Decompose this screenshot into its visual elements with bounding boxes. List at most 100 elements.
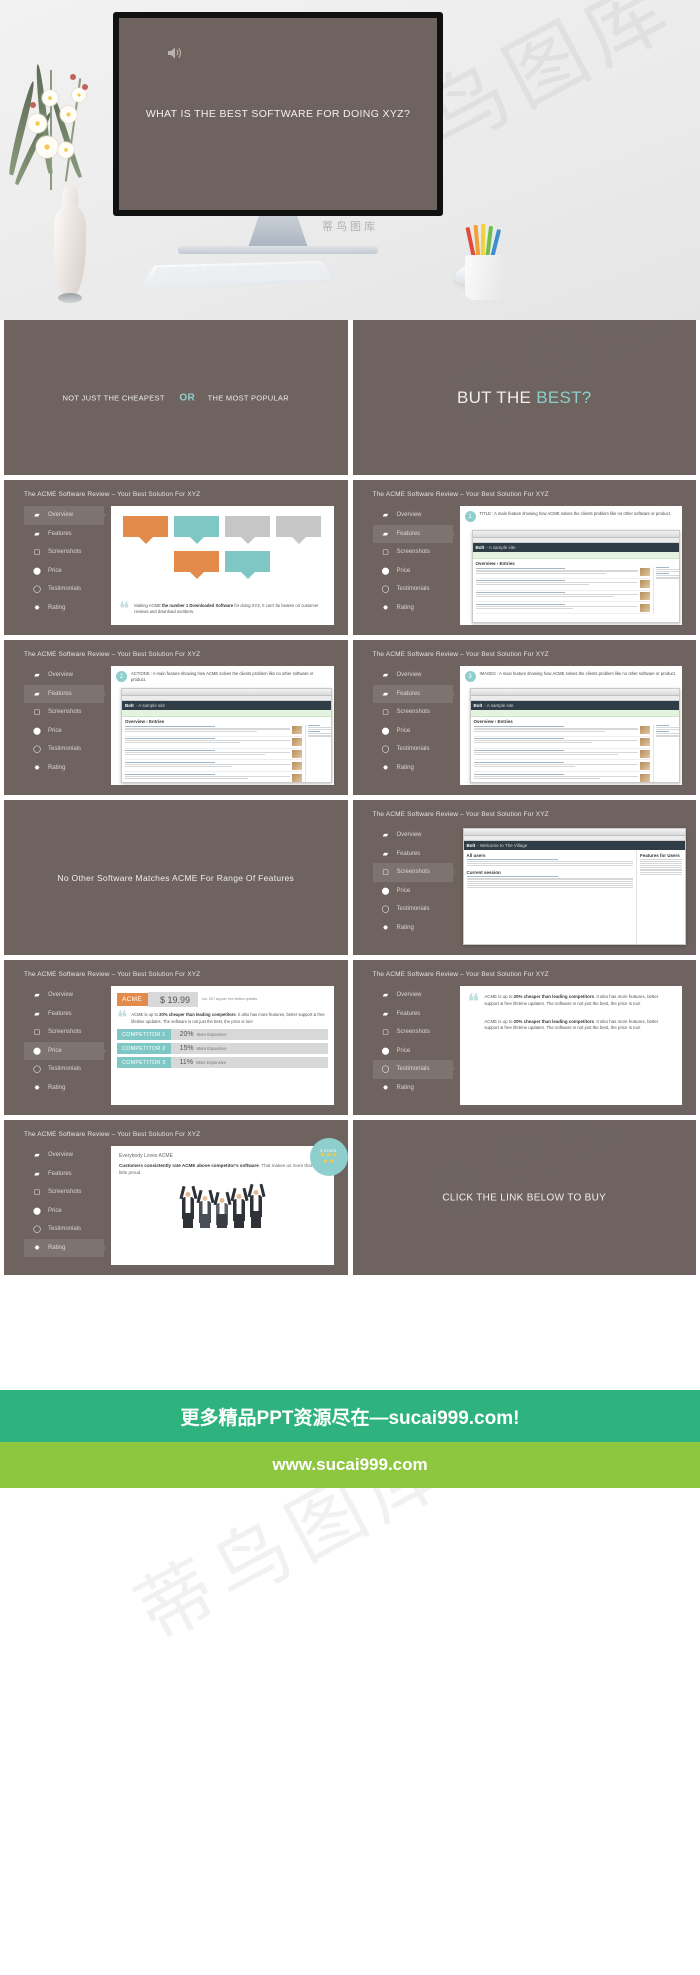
stat-label: Positive Reviews [232,528,263,533]
sidebar-item-rating[interactable]: ✸ Rating [373,599,453,618]
sidebar-item-price[interactable]: ⬤ Price [24,1041,106,1060]
speech-bubble-icon: ◯ [381,586,390,594]
sidebar-item-price[interactable]: ⬤ Price [373,562,453,581]
price-note: Incl. 24/7 support, free lifetime update… [202,997,258,1002]
dollar-coin-icon: ⬤ [381,567,390,575]
or-word: OR [179,392,195,403]
slide-overview[interactable]: The ACME Software Review – Your Best Sol… [4,480,348,635]
sidebar-item-testimonials[interactable]: ◯ Testimonials [373,580,453,599]
sidebar-item-testimonials[interactable]: ◯ Testimonials [24,740,104,759]
sidebar-item-testimonials[interactable]: ◯ Testimonials [24,580,104,599]
sidebar-item-price[interactable]: ⬤ Price [373,1042,453,1061]
sidebar-item-overview[interactable]: ▰ Overview [373,986,453,1005]
slide-screenshots[interactable]: The ACME Software Review – Your Best Sol… [352,800,696,955]
quote-text-bold: 20% cheaper than leading competitors [513,1018,594,1024]
quote-text-bold: 20% cheaper than leading competitors [513,994,594,999]
sidebar-item-features[interactable]: ▰ Features [24,1005,104,1024]
star-badge-icon: ✸ [382,924,389,932]
sidebar-item-overview[interactable]: ▰ Overview [373,826,453,845]
competitor-pct: 11% [179,1059,194,1067]
sidebar-item-overview[interactable]: ▰ Overview [24,506,106,525]
competitor-name: COMPETITOR 3 [117,1057,171,1069]
sidebar-item-rating[interactable]: ✸ Rating [24,599,104,618]
slide-menu: ▰ Overview ▰ Features ▢ Screenshots ⬤ Price … [24,986,106,1105]
sidebar-item-label: Screenshots [396,709,430,716]
sidebar-item-screenshots[interactable]: ▢ Screenshots [24,1183,104,1202]
stat-label: Customers [187,563,207,568]
slide-testimonials[interactable]: The ACME Software Review – Your Best Sol… [352,960,696,1115]
sidebar-item-rating[interactable]: ✸ Rating [373,759,453,778]
slide-cta[interactable]: 蒂鸟图库 CLICK THE LINK BELOW TO BUY [352,1120,696,1275]
star-badge-icon: ✸ [382,604,389,612]
sidebar-item-screenshots[interactable]: ▢ Screenshots [24,1023,104,1042]
sidebar-item-label: Price [396,567,411,574]
sidebar-item-overview[interactable]: ▰ Overview [373,506,453,525]
slide-menu: ▰ Overview ▰ Features ▢ Screenshots ⬤ Price [24,506,106,625]
sidebar-item-features[interactable]: ▰ Features [373,845,453,864]
sidebar-item-features[interactable]: ▰ Features [372,524,455,543]
sidebar-item-label: Price [396,727,411,734]
sidebar-item-overview[interactable]: ▰ Overview [24,1146,104,1165]
sidebar-item-testimonials[interactable]: ◯ Testimonials [373,740,453,759]
sidebar-item-features[interactable]: ▰ Features [24,1165,104,1184]
sidebar-item-features[interactable]: ▰ Features [372,684,455,703]
sidebar-item-price[interactable]: ⬤ Price [24,1202,104,1221]
sidebar-item-testimonials[interactable]: ◯ Testimonials [373,900,453,919]
slide-but-the-best[interactable]: 蒂鸟图库 BUT THE BEST? [352,320,696,475]
sidebar-item-testimonials[interactable]: ◯ Testimonials [24,1220,104,1239]
sidebar-item-screenshots[interactable]: ▢ Screenshots [24,543,104,562]
feature-lead-text: ACTIONS : A main feature showing how ACM… [130,671,314,683]
sidebar-item-testimonials[interactable]: ◯ Testimonials [24,1060,104,1079]
frame-icon: ▢ [33,1029,41,1037]
slide-no-other-software[interactable]: No Other Software Matches ACME For Range… [4,800,348,955]
sidebar-item-rating[interactable]: ✸ Rating [24,1238,106,1257]
promo-banner-sub[interactable]: www.sucai999.com [0,1442,700,1488]
slide-not-cheapest[interactable]: NOT JUST THE CHEAPEST OR THE MOST POPULA… [4,320,348,475]
no-other-text: No Other Software Matches ACME For Range… [57,872,295,883]
sidebar-item-rating[interactable]: ✸ Rating [373,919,453,938]
slide-features-images[interactable]: The ACME Software Review – Your Best Sol… [352,640,696,795]
slide-price[interactable]: The ACME Software Review – Your Best Sol… [4,960,348,1115]
promo-banner-main[interactable]: 更多精品PPT资源尽在—sucai999.com! [0,1390,700,1442]
sidebar-item-price[interactable]: ⬤ Price [373,722,453,741]
price-quote: ❝ ACME is up to 20% cheaper than leading… [111,1007,334,1028]
feature-lead-text: TITLE : A main feature showing how ACME … [479,511,672,516]
sidebar-item-price[interactable]: ⬤ Price [373,882,453,901]
sidebar-item-features[interactable]: ▰ Features [24,525,104,544]
sidebar-item-label: Testimonials [396,1066,430,1073]
stat-item: 9.6K Customers [174,551,220,579]
browser-screenshot: Bolt - A sample site Overview › Entries [471,530,680,623]
slide-features-actions[interactable]: The ACME Software Review – Your Best Sol… [4,640,348,795]
sidebar-item-features[interactable]: ▰ Features [24,684,106,703]
monitor-icon: ▰ [34,1152,40,1160]
sidebar-item-price[interactable]: ⬤ Price [24,722,104,741]
competitor-pct: 15% [179,1045,194,1053]
slide-rating[interactable]: The ACME Software Review – Your Best Sol… [4,1120,348,1275]
sidebar-item-screenshots[interactable]: ▢ Screenshots [372,863,455,882]
sidebar-item-rating[interactable]: ✸ Rating [373,1079,453,1098]
sidebar-item-overview[interactable]: ▰ Overview [24,666,104,685]
sidebar-item-rating[interactable]: ✸ Rating [24,1079,104,1098]
monitor-icon: ▰ [382,512,389,520]
sidebar-item-screenshots[interactable]: ▢ Screenshots [373,1023,453,1042]
sidebar-item-price[interactable]: ⬤ Price [24,562,104,581]
sidebar-item-overview[interactable]: ▰ Overview [373,666,453,685]
monitor-icon: ▰ [382,672,389,680]
browser-features-users-label: Features for Users [640,853,680,858]
feature-lead: 1 TITLE : A main feature showing how ACM… [460,506,683,525]
sidebar-item-testimonials[interactable]: ◯ Testimonials [372,1060,455,1079]
sidebar-item-screenshots[interactable]: ▢ Screenshots [373,703,453,722]
sidebar-item-overview[interactable]: ▰ Overview [24,986,104,1005]
sidebar-item-rating[interactable]: ✸ Rating [24,759,104,778]
step-number-badge: 3 [464,671,476,682]
browser-brand: Bolt [466,843,476,848]
sidebar-item-features[interactable]: ▰ Features [373,1005,453,1024]
price-headline-row: ACME $ 19.99 Incl. 24/7 support, free li… [117,992,328,1007]
sidebar-item-screenshots[interactable]: ▢ Screenshots [24,703,104,722]
sidebar-item-label: Features [48,530,72,537]
deck-title: The ACME Software Review – Your Best Sol… [24,651,201,658]
slide-features-title[interactable]: The ACME Software Review – Your Best Sol… [352,480,696,635]
star-badge-icon: ✸ [34,1244,40,1252]
sidebar-item-screenshots[interactable]: ▢ Screenshots [373,543,453,562]
stats-group: 100K Downloads 19.6K Customers 1.6K Positiv… [111,506,334,589]
